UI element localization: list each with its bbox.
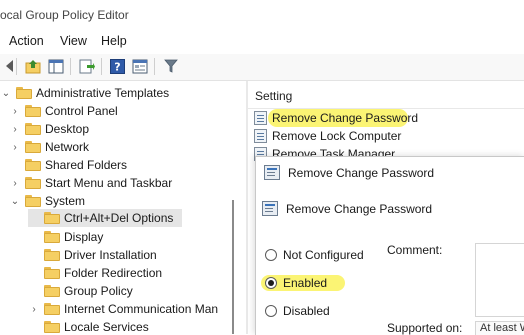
radio-circle[interactable] — [265, 305, 277, 317]
tree-item-label: Driver Installation — [64, 248, 157, 262]
chevron-right-icon[interactable]: › — [9, 106, 21, 117]
tree-item-label: Network — [45, 140, 90, 154]
policy-tree: ⌄ Administrative Templates › Control Pan… — [0, 81, 246, 334]
tree-item-label: Control Panel — [45, 104, 118, 118]
tree-item-label: Start Menu and Taskbar — [45, 176, 173, 190]
tree-item-desktop[interactable]: › Desktop — [9, 120, 89, 138]
help-icon[interactable]: ? — [108, 57, 126, 75]
folder-icon — [44, 321, 60, 333]
toolbar-separator — [101, 58, 102, 75]
title-bar: ocal Group Policy Editor — [0, 0, 524, 32]
supported-on-label: Supported on: — [387, 321, 463, 335]
folder-icon — [44, 285, 60, 297]
toolbar-separator — [154, 58, 155, 75]
dialog-title-bar: Remove Change Password — [264, 165, 434, 180]
menu-help[interactable]: Help — [101, 34, 127, 48]
folder-icon — [44, 231, 60, 243]
chevron-right-icon[interactable]: › — [9, 178, 21, 189]
folder-icon — [44, 212, 60, 224]
tree-item-ctrl-alt-del-options[interactable]: Ctrl+Alt+Del Options — [28, 209, 182, 227]
folder-icon — [25, 105, 41, 117]
radio-label: Not Configured — [283, 248, 364, 262]
tree-item-display[interactable]: Display — [28, 228, 103, 246]
show-hide-tree-icon[interactable] — [47, 57, 65, 75]
policy-setting-dialog: Remove Change Password Remove Change Pas… — [255, 156, 524, 335]
folder-icon — [25, 141, 41, 153]
folder-icon — [44, 303, 60, 315]
radio-not-configured[interactable]: Not Configured — [265, 248, 364, 262]
folder-up-icon[interactable] — [24, 57, 42, 75]
tree-item-folder-redirection[interactable]: Folder Redirection — [28, 264, 162, 282]
radio-circle-selected[interactable] — [265, 277, 277, 289]
folder-icon — [25, 159, 41, 171]
tree-item-group-policy[interactable]: Group Policy — [28, 282, 133, 300]
tree-item-label: Internet Communication Man — [64, 302, 219, 316]
tree-item-driver-installation[interactable]: Driver Installation — [28, 246, 157, 264]
toolbar-separator — [16, 58, 17, 75]
chevron-down-icon[interactable]: ⌄ — [0, 88, 12, 99]
svg-text:?: ? — [114, 60, 120, 73]
folder-icon — [25, 177, 41, 189]
window-title: ocal Group Policy Editor — [0, 8, 129, 22]
tree-item-system[interactable]: ⌄ System — [9, 192, 85, 210]
tree-item-label: Group Policy — [64, 284, 133, 298]
properties-icon[interactable] — [131, 57, 149, 75]
chevron-right-icon[interactable]: › — [28, 304, 40, 315]
radio-label: Disabled — [283, 304, 330, 318]
folder-icon — [44, 267, 60, 279]
chevron-right-icon[interactable]: › — [9, 124, 21, 135]
folder-icon — [44, 249, 60, 261]
toolbar-separator — [70, 58, 71, 75]
dialog-policy-name-row: Remove Change Password — [262, 201, 432, 216]
tree-item-label: Folder Redirection — [64, 266, 163, 280]
menu-action[interactable]: Action — [9, 34, 44, 48]
tree-item-label: Administrative Templates — [36, 86, 170, 100]
tree-item-network[interactable]: › Network — [9, 138, 89, 156]
dialog-title: Remove Change Password — [288, 165, 435, 180]
list-item-label: Remove Lock Computer — [272, 129, 402, 143]
list-item-remove-lock-computer[interactable]: Remove Lock Computer — [254, 127, 401, 145]
export-list-icon[interactable] — [78, 57, 96, 75]
tree-item-control-panel[interactable]: › Control Panel — [9, 102, 118, 120]
tree-item-internet-communication[interactable]: › Internet Communication Man — [28, 300, 218, 318]
chevron-right-icon[interactable]: › — [9, 142, 21, 153]
folder-icon — [25, 123, 41, 135]
tree-scrollbar[interactable] — [232, 200, 234, 334]
tree-item-label: Desktop — [45, 122, 90, 136]
comment-label: Comment: — [387, 243, 443, 257]
toolbar: ? — [0, 54, 524, 81]
policy-setting-icon — [254, 111, 267, 125]
folder-icon — [16, 87, 32, 99]
folder-icon — [25, 195, 41, 207]
radio-disabled[interactable]: Disabled — [265, 304, 330, 318]
policy-setting-icon — [254, 129, 267, 143]
tree-item-administrative-templates[interactable]: ⌄ Administrative Templates — [0, 84, 169, 102]
dialog-policy-name: Remove Change Password — [286, 201, 433, 216]
supported-on-field: At least W — [475, 321, 524, 335]
radio-enabled[interactable]: Enabled — [265, 276, 327, 290]
menu-bar: Action View Help — [0, 32, 524, 52]
filter-icon[interactable] — [162, 57, 180, 75]
tree-item-locale-services[interactable]: Locale Services — [28, 318, 149, 334]
tree-item-label: Shared Folders — [45, 158, 128, 172]
column-header-setting[interactable]: Setting — [255, 89, 292, 103]
policy-setting-icon — [262, 201, 278, 216]
tree-item-label: Display — [64, 230, 104, 244]
list-item-remove-change-password[interactable]: Remove Change Password — [254, 109, 418, 127]
tree-item-label: Ctrl+Alt+Del Options — [64, 211, 174, 225]
list-item-label: Remove Change Password — [272, 111, 419, 125]
tree-item-start-menu-and-taskbar[interactable]: › Start Menu and Taskbar — [9, 174, 172, 192]
tree-item-label: System — [45, 194, 86, 208]
radio-circle[interactable] — [265, 249, 277, 261]
tree-item-shared-folders[interactable]: Shared Folders — [9, 156, 127, 174]
chevron-down-icon[interactable]: ⌄ — [9, 196, 21, 207]
radio-label: Enabled — [283, 276, 328, 290]
tree-item-label: Locale Services — [64, 320, 149, 334]
comment-textarea[interactable] — [475, 243, 524, 317]
menu-view[interactable]: View — [60, 34, 87, 48]
policy-setting-icon — [264, 165, 280, 180]
